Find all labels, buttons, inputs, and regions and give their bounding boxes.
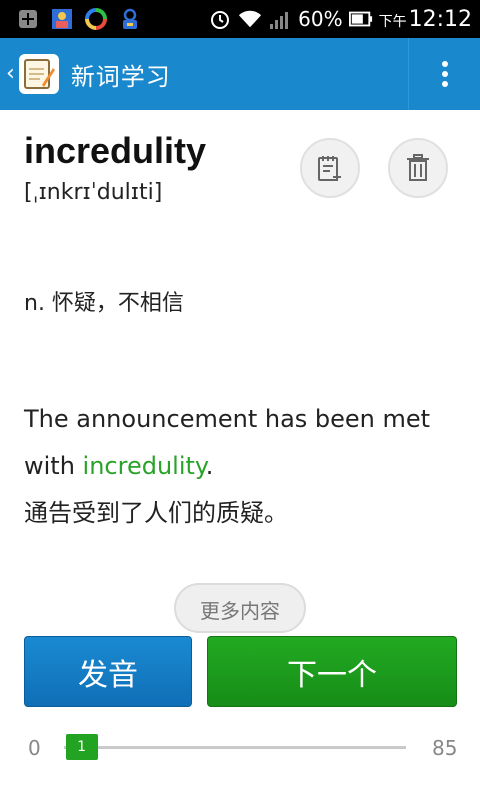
- back-button[interactable]: ‹ 新词学习: [0, 38, 171, 110]
- page-title: 新词学习: [70, 62, 171, 91]
- progress-thumb[interactable]: 1: [65, 734, 98, 760]
- notebook-add-icon: [318, 156, 341, 181]
- battery-percent: 60%: [298, 7, 343, 31]
- clock: 下午 12:12: [379, 7, 472, 32]
- progress-min: 0: [28, 736, 41, 760]
- clock-period: 下午: [378, 13, 407, 30]
- delete-button[interactable]: [388, 138, 448, 198]
- wifi-icon: [238, 7, 262, 31]
- status-bar: 60% 下午 12:12: [0, 0, 480, 38]
- add-to-notebook-button[interactable]: [300, 138, 360, 198]
- lock-person-icon: [118, 7, 142, 31]
- battery-icon: [348, 7, 373, 31]
- definition: n. 怀疑，不相信: [24, 291, 184, 316]
- progress-max: 85: [432, 736, 458, 760]
- app-bar: ‹ 新词学习: [0, 38, 480, 110]
- overflow-menu-button[interactable]: [408, 38, 480, 110]
- alarm-icon: [208, 7, 232, 31]
- clock-time: 12:12: [408, 6, 472, 32]
- next-button[interactable]: 下一个: [207, 636, 457, 707]
- system-indicators: 60% 下午 12:12: [208, 7, 480, 32]
- chevron-left-icon: ‹: [6, 61, 15, 86]
- signal-icon: [268, 7, 292, 31]
- example-highlight: incredulity: [82, 452, 206, 480]
- example-text-after: .: [205, 452, 214, 480]
- overflow-menu-icon: [441, 61, 448, 87]
- phonetic: [ˌɪnkrɪˈdulɪti]: [24, 180, 163, 205]
- word-notebook-icon: [18, 54, 59, 94]
- contact-card-icon: [50, 7, 74, 31]
- plus-box-icon: [16, 7, 40, 31]
- headword: incredulity: [24, 130, 207, 171]
- trash-icon: [407, 154, 429, 181]
- sync-icon: [84, 7, 108, 31]
- more-content-button[interactable]: 更多内容: [174, 583, 306, 633]
- example-translation: 通告受到了人们的质疑。: [24, 499, 288, 527]
- notification-icons: [0, 7, 142, 31]
- example-sentence: The announcement has been met with incre…: [24, 396, 464, 537]
- progress-track[interactable]: [64, 746, 406, 749]
- pronounce-button[interactable]: 发音: [24, 636, 192, 707]
